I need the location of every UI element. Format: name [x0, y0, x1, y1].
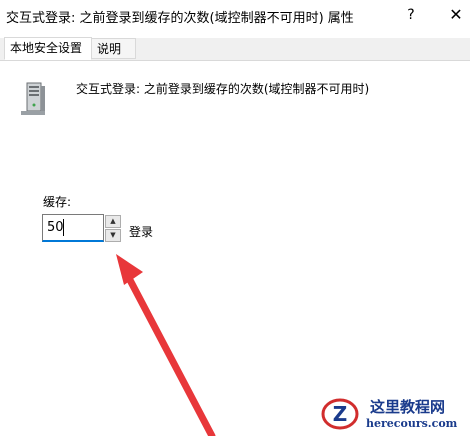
text-caret: [63, 219, 64, 236]
window-title: 交互式登录: 之前登录到缓存的次数(域控制器不可用时) 属性: [6, 11, 354, 26]
cache-label: 缓存:: [43, 195, 72, 209]
title-bar: 交互式登录: 之前登录到缓存的次数(域控制器不可用时) 属性 ? ✕: [0, 0, 470, 32]
server-icon: [21, 82, 45, 115]
close-button[interactable]: ✕: [445, 3, 467, 27]
cache-count-value: 50: [47, 220, 64, 235]
tab-strip: 本地安全设置 说明: [0, 37, 470, 61]
help-button[interactable]: ?: [400, 3, 422, 27]
watermark: Z 这里教程网 herecours.com: [318, 393, 470, 436]
settings-panel: 交互式登录: 之前登录到缓存的次数(域控制器不可用时) 缓存: 50 ▲ ▼ 登…: [0, 61, 470, 436]
unit-label: 登录: [129, 225, 154, 239]
watermark-title: 这里教程网: [370, 398, 446, 416]
spin-down-button[interactable]: ▼: [105, 229, 121, 242]
tab-local-security-setting[interactable]: 本地安全设置: [4, 37, 92, 60]
spin-up-button[interactable]: ▲: [105, 215, 121, 228]
policy-title: 交互式登录: 之前登录到缓存的次数(域控制器不可用时): [76, 82, 370, 96]
svg-text:Z: Z: [333, 402, 348, 426]
cache-count-input[interactable]: 50: [42, 214, 104, 242]
watermark-url: herecours.com: [366, 417, 458, 430]
tab-explain[interactable]: 说明: [92, 38, 136, 59]
watermark-logo: Z: [321, 398, 359, 430]
